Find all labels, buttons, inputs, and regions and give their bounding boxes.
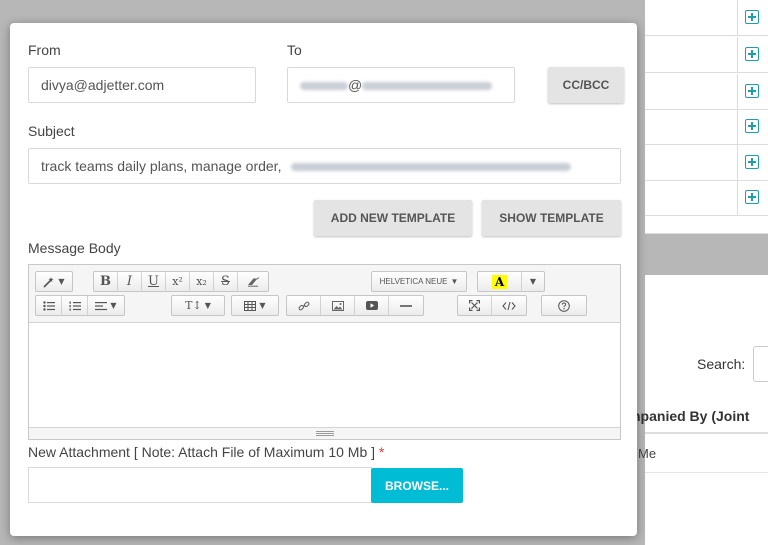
ordered-list-button[interactable] — [62, 296, 88, 315]
insert-image-button[interactable] — [321, 296, 355, 315]
caret-down-icon: ▼ — [450, 277, 459, 286]
add-new-template-button[interactable]: ADD NEW TEMPLATE — [314, 200, 472, 236]
caret-down-icon: ▼ — [529, 277, 537, 286]
italic-button[interactable]: I — [118, 272, 142, 291]
unordered-list-button[interactable] — [36, 296, 62, 315]
image-icon — [331, 300, 344, 311]
font-color-group: A ▼ — [477, 271, 545, 292]
magic-wand-icon — [43, 276, 55, 288]
fullscreen-button[interactable] — [458, 296, 492, 315]
attachment-label-text: New Attachment [ Note: Attach File of Ma… — [28, 444, 376, 460]
horizontal-rule-button[interactable] — [389, 296, 423, 315]
compose-email-modal: From divya@adjetter.com To @ CC/BCC Subj… — [10, 23, 637, 536]
font-style-group: B I U x² x₂ S — [93, 271, 269, 292]
clear-format-button[interactable] — [238, 272, 268, 291]
to-field-visible-text: @ — [348, 77, 363, 93]
attachment-file-input[interactable] — [28, 467, 372, 503]
show-template-button[interactable]: SHOW TEMPLATE — [482, 200, 621, 236]
table-cell: Me — [638, 446, 657, 461]
redacted-text — [300, 82, 348, 91]
search-input[interactable] — [753, 346, 768, 382]
caret-down-icon: ▼ — [259, 301, 266, 310]
font-size-icon: T↕ — [185, 299, 202, 312]
row-divider — [645, 472, 768, 473]
redacted-text — [362, 82, 493, 91]
expand-plus-icon[interactable] — [745, 155, 759, 169]
strikethrough-button[interactable]: S — [214, 272, 238, 291]
video-icon — [365, 301, 378, 310]
expand-plus-icon[interactable] — [745, 119, 759, 133]
message-body-label: Message Body — [28, 240, 121, 256]
table-row — [645, 74, 768, 110]
insert-link-button[interactable] — [287, 296, 321, 315]
subscript-button[interactable]: x₂ — [190, 272, 214, 291]
subject-text: track teams daily plans, manage order, — [41, 158, 282, 174]
expand-plus-icon[interactable] — [745, 84, 759, 98]
table-row — [645, 37, 768, 73]
from-field[interactable]: divya@adjetter.com — [28, 67, 256, 103]
align-left-icon — [95, 301, 108, 311]
table-row — [645, 109, 768, 145]
table-row — [645, 0, 768, 36]
editor-resize-handle[interactable] — [29, 427, 620, 439]
font-name-dropdown[interactable]: HELVETICA NEUE ▼ — [372, 272, 466, 291]
to-field[interactable]: @ — [287, 67, 515, 103]
rich-text-editor: ▼ B I U x² x₂ S HELVETICA NEUE ▼ A ▼ ▼ T… — [28, 264, 621, 440]
style-group: ▼ — [35, 271, 73, 292]
font-name-value: HELVETICA NEUE — [379, 277, 448, 286]
to-label: To — [287, 42, 302, 58]
list-group: ▼ — [35, 295, 125, 316]
view-group — [457, 295, 527, 316]
table-dropdown[interactable]: ▼ — [232, 296, 278, 315]
help-button[interactable] — [542, 296, 586, 315]
font-color-icon: A — [491, 274, 508, 289]
caret-down-icon: ▼ — [58, 277, 65, 286]
eraser-icon — [247, 276, 260, 287]
expand-plus-icon[interactable] — [745, 190, 759, 204]
help-icon — [558, 299, 570, 312]
insert-group — [286, 295, 424, 316]
from-label: From — [28, 42, 61, 58]
font-name-group: HELVETICA NEUE ▼ — [371, 271, 467, 292]
fullscreen-icon — [469, 300, 480, 311]
help-group — [541, 295, 587, 316]
code-view-button[interactable] — [492, 296, 526, 315]
underline-button[interactable]: U — [142, 272, 166, 291]
caret-down-icon: ▼ — [204, 301, 211, 310]
bullet-list-icon — [42, 300, 55, 311]
column-divider — [645, 432, 768, 434]
resize-grip-icon — [316, 431, 334, 436]
font-size-dropdown[interactable]: T↕ ▼ — [172, 296, 224, 315]
message-body-editor[interactable] — [29, 323, 620, 429]
subject-label: Subject — [28, 123, 75, 139]
font-color-dropdown[interactable]: ▼ — [522, 272, 544, 291]
style-dropdown[interactable]: ▼ — [36, 272, 72, 291]
subject-field[interactable]: track teams daily plans, manage order, — [28, 148, 621, 184]
browse-button[interactable]: BROWSE... — [371, 468, 463, 503]
font-color-button[interactable]: A — [478, 272, 522, 291]
table-row — [645, 180, 768, 216]
required-asterisk: * — [378, 444, 385, 460]
caret-down-icon: ▼ — [110, 301, 117, 310]
superscript-button[interactable]: x² — [166, 272, 190, 291]
column-header-accompanied-by[interactable]: npanied By (Joint — [632, 408, 768, 424]
table-icon — [244, 300, 257, 311]
paragraph-align-dropdown[interactable]: ▼ — [88, 296, 124, 315]
attachment-label: New Attachment [ Note: Attach File of Ma… — [28, 444, 384, 460]
search-label: Search: — [697, 356, 746, 372]
expand-plus-icon[interactable] — [745, 10, 759, 24]
insert-video-button[interactable] — [355, 296, 389, 315]
table-row — [645, 145, 768, 181]
horizontal-rule-icon — [400, 304, 412, 308]
expand-plus-icon[interactable] — [745, 47, 759, 61]
bold-button[interactable]: B — [94, 272, 118, 291]
table-group: ▼ — [231, 295, 279, 316]
redacted-text — [291, 163, 572, 172]
link-icon — [298, 300, 310, 312]
numbered-list-icon — [69, 301, 81, 311]
font-size-group: T↕ ▼ — [171, 295, 225, 316]
editor-toolbar: ▼ B I U x² x₂ S HELVETICA NEUE ▼ A ▼ ▼ T… — [29, 265, 620, 323]
cc-bcc-button[interactable]: CC/BCC — [548, 67, 624, 103]
code-icon — [502, 301, 516, 311]
